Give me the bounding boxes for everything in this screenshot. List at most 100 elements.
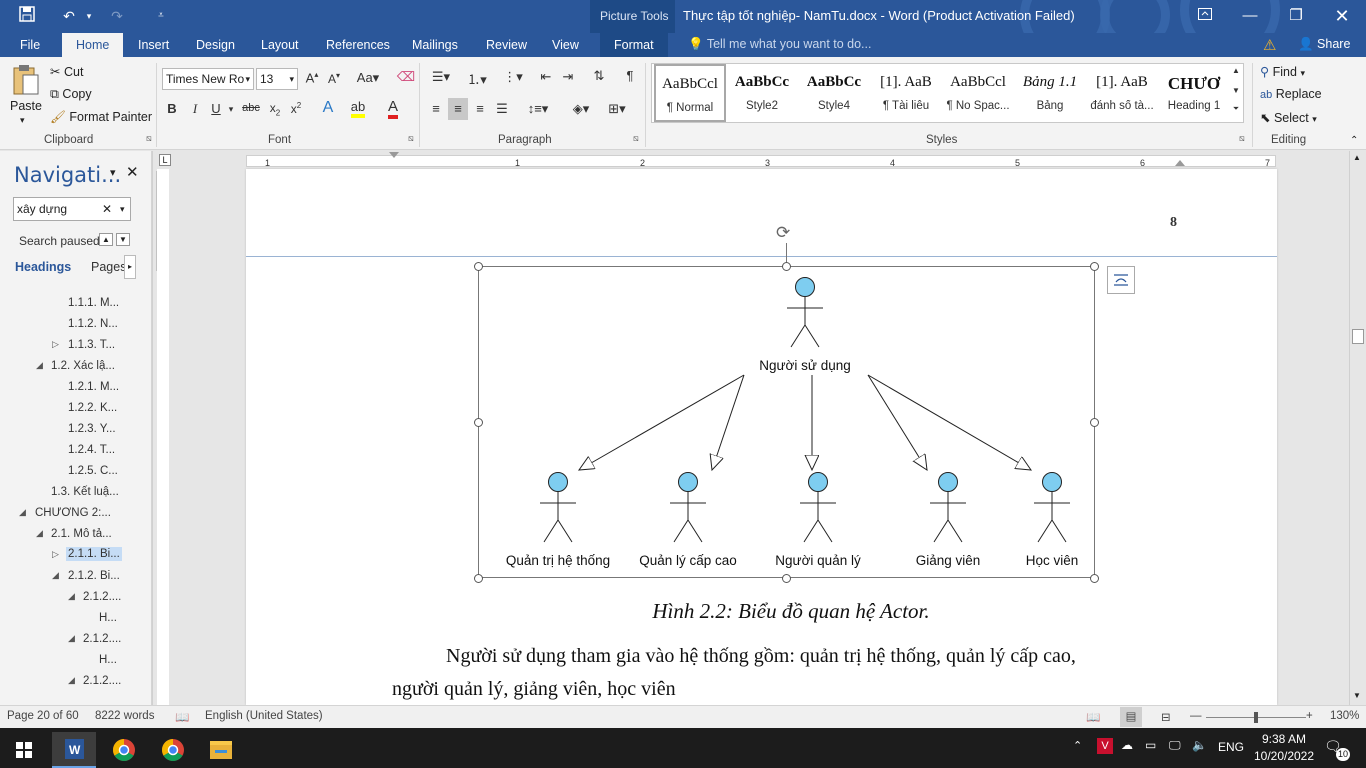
select-button[interactable]: ⬉ Select ▾ (1260, 110, 1317, 125)
selected-picture[interactable]: Người sử dụng Quản trị hệ thống Quản lý … (478, 266, 1095, 578)
styles-launcher-icon[interactable]: ⧅ (1239, 133, 1245, 144)
nav-heading-item[interactable]: 1.2.2. K... (68, 402, 117, 414)
line-spacing-icon[interactable]: ↕≡▾ (523, 101, 553, 117)
multilevel-list-icon[interactable]: ⋮▾ (498, 69, 528, 85)
paragraph-launcher-icon[interactable]: ⧅ (633, 133, 639, 144)
battery-icon[interactable]: ▭ (1145, 738, 1156, 752)
change-case-icon[interactable]: Aa▾ (353, 70, 383, 86)
read-mode-icon[interactable]: 📖 (1086, 710, 1100, 724)
style-bang[interactable]: Bảng 1.1 Bảng (1014, 64, 1086, 122)
nav-heading-item[interactable]: 2.1.2. Bi... (68, 570, 120, 582)
underline-dropdown-icon[interactable]: ▾ (226, 104, 236, 115)
bullets-icon[interactable]: ☰▾ (426, 69, 456, 85)
grow-font-icon[interactable]: A▴ (302, 70, 322, 85)
document-scrollbar[interactable]: ▲ ▼ (1349, 151, 1366, 705)
font-color-icon[interactable]: A (382, 98, 404, 119)
resize-handle[interactable] (1090, 574, 1099, 583)
superscript-icon[interactable]: x2 (287, 101, 305, 116)
nav-heading-item[interactable]: 1.1.2. N... (68, 318, 118, 330)
horizontal-ruler[interactable]: L 1 1 2 3 4 5 6 7 (159, 151, 1349, 169)
nav-heading-item-selected[interactable]: 2.1.1. Bi... (66, 547, 122, 561)
minimize-icon[interactable]: — (1230, 4, 1270, 28)
document-page[interactable]: 8 ⟳ Người sử dụng Quản trị hệ thống Quản… (246, 169, 1277, 705)
zoom-level[interactable]: 130% (1330, 710, 1359, 722)
word-count[interactable]: 8222 words (95, 710, 154, 722)
language-status[interactable]: English (United States) (205, 710, 323, 722)
search-options-icon[interactable]: ▾ (120, 198, 125, 220)
nav-heading-item[interactable]: 1.2.3. Y... (68, 423, 116, 435)
resize-handle[interactable] (474, 418, 483, 427)
nav-heading-item[interactable]: 1.2.4. T... (68, 444, 115, 456)
more-tabs-icon[interactable]: ▸ (124, 255, 136, 279)
tab-format[interactable]: Format (600, 33, 668, 57)
scroll-up-icon[interactable]: ▲ (1353, 153, 1361, 162)
save-icon[interactable] (16, 6, 38, 26)
borders-icon[interactable]: ⊞▾ (602, 101, 632, 117)
next-result-icon[interactable]: ▼ (116, 233, 130, 246)
nav-heading-item[interactable]: 1.1.1. M... (68, 297, 119, 309)
tab-pages[interactable]: Pages (91, 260, 126, 274)
clipboard-launcher-icon[interactable]: ⧅ (146, 133, 152, 144)
vertical-ruler[interactable] (157, 169, 169, 705)
previous-result-icon[interactable]: ▲ (99, 233, 113, 246)
windows-start-icon[interactable] (2, 732, 46, 768)
rotate-handle-icon[interactable]: ⟳ (776, 223, 790, 243)
zoom-out-icon[interactable]: — (1190, 710, 1202, 722)
tab-file[interactable]: File (18, 33, 42, 57)
clock-time[interactable]: 9:38 AM (1256, 732, 1312, 746)
strikethrough-icon[interactable]: abc (240, 102, 262, 114)
style-style2[interactable]: AaBbCc Style2 (726, 64, 798, 122)
tray-expand-icon[interactable]: ⌃ (1073, 739, 1082, 752)
scroll-down-icon[interactable]: ▼ (1353, 691, 1361, 700)
first-line-indent-marker[interactable] (389, 152, 399, 158)
warning-icon[interactable]: ⚠ (1263, 36, 1276, 54)
tab-layout[interactable]: Layout (259, 33, 301, 57)
shading-icon[interactable]: ◈▾ (566, 101, 596, 117)
proofing-icon[interactable]: 📖 (175, 710, 189, 724)
style-normal[interactable]: AaBbCcl ¶ Normal (654, 64, 726, 122)
tab-design[interactable]: Design (194, 33, 237, 57)
styles-scroll-up-icon[interactable]: ▲ (1229, 66, 1243, 75)
tab-insert[interactable]: Insert (136, 33, 171, 57)
tab-view[interactable]: View (550, 33, 581, 57)
nav-heading-item[interactable]: 1.3. Kết luậ... (51, 486, 119, 498)
resize-handle[interactable] (782, 262, 791, 271)
chrome-taskbar-icon[interactable] (102, 732, 146, 768)
antivirus-tray-icon[interactable]: V (1097, 738, 1113, 754)
shrink-font-icon[interactable]: A▾ (324, 71, 344, 86)
tab-headings[interactable]: Headings (15, 260, 71, 274)
replace-button[interactable]: ab Replace (1260, 87, 1322, 101)
show-formatting-icon[interactable]: ¶ (620, 68, 640, 83)
style-heading-1[interactable]: CHƯƠ Heading 1 (1158, 64, 1230, 122)
scroll-thumb[interactable] (1352, 329, 1364, 344)
volume-icon[interactable]: 🔈 (1192, 738, 1207, 752)
align-left-icon[interactable]: ≡ (426, 101, 446, 116)
font-name-box[interactable]: Times New Ro ▾ (162, 68, 254, 90)
collapse-icon[interactable]: ◢ (52, 570, 59, 581)
nav-heading-item[interactable]: 1.1.3. T... (68, 339, 115, 351)
font-launcher-icon[interactable]: ⧅ (408, 133, 414, 144)
nav-close-icon[interactable]: ✕ (126, 163, 139, 181)
web-layout-icon[interactable]: ⊟ (1161, 710, 1171, 724)
input-language[interactable]: ENG (1218, 740, 1244, 754)
redo-icon[interactable]: ↷ (106, 6, 128, 26)
zoom-in-icon[interactable]: + (1306, 710, 1313, 722)
undo-icon[interactable]: ↶ (58, 6, 80, 26)
style-tai-lieu[interactable]: [1]. AaB ¶ Tài liêu (870, 64, 942, 122)
tab-mailings[interactable]: Mailings (410, 33, 460, 57)
decrease-indent-icon[interactable]: ⇤ (536, 69, 556, 85)
collapse-icon[interactable]: ◢ (68, 591, 75, 602)
paste-button[interactable]: Paste (10, 99, 42, 113)
network-icon[interactable]: 🖵 (1169, 738, 1181, 753)
align-right-icon[interactable]: ≡ (470, 101, 490, 116)
style-no-spacing[interactable]: AaBbCcl ¶ No Spac... (942, 64, 1014, 122)
ribbon-display-options-icon[interactable] (1185, 4, 1225, 28)
layout-options-button[interactable] (1107, 266, 1135, 294)
styles-more-icon[interactable]: ⏷ (1229, 104, 1243, 114)
word-taskbar-icon[interactable]: W (52, 732, 96, 768)
font-size-box[interactable]: 13 ▾ (256, 68, 298, 90)
tab-references[interactable]: References (324, 33, 392, 57)
nav-options-icon[interactable]: ▾ (110, 166, 116, 179)
resize-handle[interactable] (1090, 418, 1099, 427)
tab-selector-icon[interactable]: L (159, 154, 171, 166)
